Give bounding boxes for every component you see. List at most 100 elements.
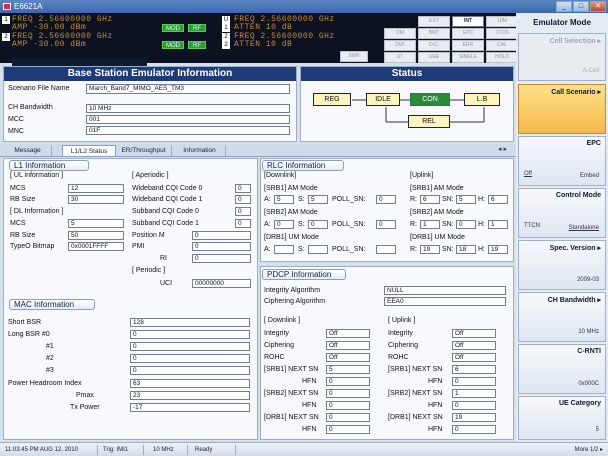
ul-drb1-hfn-label: HFN (428, 426, 443, 433)
display-line: AMP -30.00 dBm (12, 23, 87, 32)
mode-button-int[interactable]: INT (452, 16, 484, 27)
window-title: E6621A (14, 2, 43, 11)
s-label: S: (298, 221, 305, 228)
dl-drb1-hfn-label: HFN (302, 426, 317, 433)
mode-button-epc[interactable]: EPC (452, 28, 484, 39)
subband-cqi1-field: 0 (235, 219, 251, 228)
call-scenario-button[interactable]: Call Scenario ▸ (518, 84, 606, 134)
ch-bandwidth-button[interactable]: CH Bandwidth ▸ 10 MHz (518, 292, 606, 342)
tab-information[interactable]: Information (174, 145, 226, 156)
maximize-button[interactable]: □ (573, 1, 589, 12)
dl-rohc-field: Off (326, 353, 370, 362)
ch-bandwidth-label: CH Bandwidth (8, 104, 53, 111)
control-mode-ttcn: TTCN (524, 223, 540, 229)
bse-info-title: Base Station Emulator Information (4, 67, 296, 81)
long-bsr0-field: 0 (130, 330, 250, 339)
tx-power-field: -17 (130, 403, 250, 412)
rlc-ul-srb2-label: [SRB2] AM Mode (410, 209, 464, 216)
tab-message[interactable]: Message (4, 145, 52, 156)
channel-tag: 1 (222, 24, 230, 32)
mod-indicator[interactable]: MOD (162, 41, 184, 49)
smr-button[interactable]: SMR (340, 51, 368, 62)
rlc-dl-drb1-label: [DRB1] UM Mode (264, 234, 319, 241)
epc-off-option[interactable]: Off (524, 171, 532, 177)
pmax-label: Pmax (76, 392, 94, 399)
position-m-label: Position M (132, 232, 165, 239)
mode-button-ut[interactable]: UT (384, 52, 416, 63)
more-button[interactable]: More 1/2 ▸ (558, 445, 606, 455)
typeo-bitmap-field: 0x0001FFFF (68, 242, 124, 251)
mode-button-10m[interactable]: 10M (486, 16, 518, 27)
ul-srb2-nextsn-field: 1 (452, 389, 496, 398)
ul-srb1-hfn-label: HFN (428, 378, 443, 385)
mod-indicator[interactable]: MOD (162, 24, 184, 32)
mode-button-single[interactable]: SINGLE (452, 52, 484, 63)
pmi-label: PMI (132, 243, 145, 250)
mode-button-cal[interactable]: CAL (486, 40, 518, 51)
pdcp-info-header: PDCP Information (262, 269, 346, 280)
rf-indicator[interactable]: RF (188, 41, 206, 49)
phr-field: 63 (130, 379, 250, 388)
tab-er-throughput[interactable]: ER/Throughput (116, 145, 172, 156)
c-rnti-label: C-RNTI (577, 348, 601, 355)
ul-drb1-sn-field: 18 (456, 245, 476, 254)
ul-srb2-hfn-field: 0 (452, 401, 496, 410)
dl-ciphering-field: Off (326, 341, 370, 350)
cell-selection-button[interactable]: Cell Selection ▸ A-Cell (518, 33, 606, 81)
spec-version-label: Spec. Version ▸ (549, 245, 601, 252)
close-button[interactable]: ✕ (590, 1, 606, 12)
dl-srb1-hfn-label: HFN (302, 378, 317, 385)
ul-rohc-field: Off (452, 353, 496, 362)
minimize-button[interactable]: _ (556, 1, 572, 12)
mcs-label: MCS (10, 185, 26, 192)
subband-cqi0-field: 0 (235, 207, 251, 216)
state-rel: REL (408, 115, 450, 128)
epc-button[interactable]: EPC Off Embed (518, 136, 606, 186)
tab-l1l2-status[interactable]: L1/L2 Status (62, 145, 116, 156)
channel-tag: 2 (2, 33, 10, 41)
sn-label: SN: (442, 196, 454, 203)
ul-srb2-sn-field: 0 (456, 220, 476, 229)
mode-button-hold[interactable]: HOLD (486, 52, 518, 63)
integrity-algorithm-label: Integrity Algorithm (264, 287, 321, 294)
ul-drb1-h-field: 19 (488, 245, 508, 254)
mode-button-oc[interactable]: O.C. (418, 40, 450, 51)
mode-button-dm[interactable]: DM (384, 28, 416, 39)
ul-srb1-hfn-field: 0 (452, 377, 496, 386)
tab-scroll-arrows[interactable]: ◂ ▸ (498, 145, 507, 153)
mode-button-ovf[interactable]: OVF (384, 40, 416, 51)
mode-button-err[interactable]: ERR (452, 40, 484, 51)
long-bsr2-label: #2 (46, 355, 54, 362)
wideband-cqi0-label: Wideband CQI Code 0 (132, 185, 203, 192)
dl-drb1-a-field (274, 245, 294, 254)
c-rnti-button[interactable]: C-RNTI 0x000C (518, 344, 606, 394)
mode-button-uee[interactable]: UEE (418, 52, 450, 63)
display-line: ATTEN 10 dB (234, 23, 293, 32)
mode-button-ext[interactable]: EXT (418, 16, 450, 27)
ue-category-button[interactable]: UE Category 5 (518, 396, 606, 440)
channel-tag: U (222, 16, 230, 24)
subband-cqi0-label: Subband CQI Code 0 (132, 208, 199, 215)
rf-indicator[interactable]: RF (188, 24, 206, 32)
ul-srb1-sn-field: 5 (456, 195, 476, 204)
mode-button-bmt[interactable]: BMT (418, 28, 450, 39)
dl-drb1-poll-field (376, 245, 396, 254)
mode-button-ttcn[interactable]: TTCN (486, 28, 518, 39)
a-label: A: (264, 196, 271, 203)
spec-version-button[interactable]: Spec. Version ▸ 2009-03 (518, 240, 606, 290)
mac-info-header: MAC Information (9, 299, 95, 310)
control-mode-button[interactable]: Control Mode TTCN Standalone (518, 188, 606, 238)
sn-label: SN: (442, 246, 454, 253)
short-bsr-label: Short BSR (8, 319, 42, 326)
dl-ciphering-label: Ciphering (264, 342, 294, 349)
status-bandwidth: 10 MHz (150, 445, 188, 455)
ciphering-algorithm-label: Ciphering Algorithm (264, 298, 326, 305)
dl-info-label: [ DL Information ] (10, 208, 64, 215)
c-rnti-value: 0x000C (578, 381, 599, 387)
pdcp-downlink-label: [ Downlink ] (264, 317, 301, 324)
poll-sn-label: POLL_SN: (332, 221, 366, 228)
phr-label: Power Headroom Index (8, 380, 82, 387)
ch-bandwidth-value: 10 MHz (578, 329, 599, 335)
dl-drb1-s-field (308, 245, 328, 254)
ul-srb1-nextsn-field: 6 (452, 365, 496, 374)
